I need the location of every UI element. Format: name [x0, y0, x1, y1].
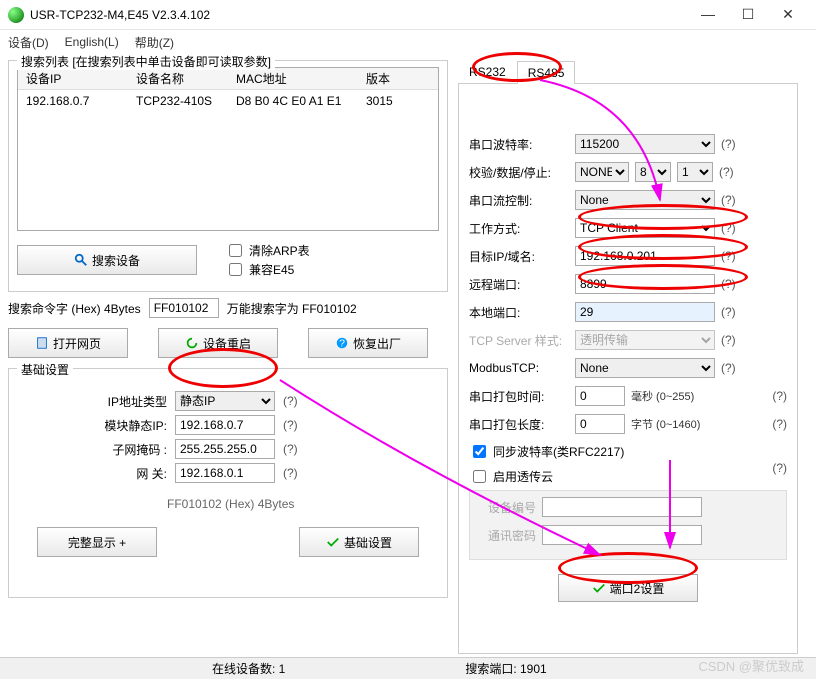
full-display-button[interactable]: 完整显示 + [37, 527, 157, 557]
help-icon[interactable]: (?) [283, 394, 298, 408]
sync-baud-checkbox[interactable]: 同步波特率(类RFC2217) [469, 442, 787, 461]
col-ver: 版本 [358, 70, 418, 87]
maximize-button[interactable]: ☐ [728, 6, 768, 23]
packtime-input[interactable] [575, 386, 625, 406]
window-controls: — ☐ ✕ [688, 6, 808, 23]
search-cmd-input[interactable] [149, 298, 219, 318]
check-icon [326, 535, 340, 549]
gateway-input[interactable] [175, 463, 275, 483]
mode-select[interactable]: TCP Client [575, 218, 715, 238]
databits-select[interactable]: 8 [635, 162, 671, 182]
col-ip: 设备IP [18, 70, 128, 87]
search-cmd-label: 搜索命令字 (Hex) 4Bytes [8, 300, 141, 317]
baud-select[interactable]: 115200 [575, 134, 715, 154]
factory-button[interactable]: ? 恢复出厂 [308, 328, 428, 358]
tab-rs232[interactable]: RS232 [458, 60, 517, 83]
basic-set-button[interactable]: 基础设置 [299, 527, 419, 557]
tab-rs485[interactable]: RS485 [517, 61, 576, 84]
menu-help[interactable]: 帮助(Z) [135, 34, 174, 51]
page-icon [35, 336, 49, 350]
restart-button[interactable]: 设备重启 [158, 328, 278, 358]
port2-set-button[interactable]: 端口2设置 [558, 574, 698, 602]
basic-title: 基础设置 [17, 361, 73, 378]
stopbits-select[interactable]: 1 [677, 162, 713, 182]
compat-e45-checkbox[interactable]: 兼容E45 [225, 260, 310, 279]
mask-input[interactable] [175, 439, 275, 459]
search-port: 搜索端口: 1901 [465, 660, 546, 677]
target-ip-input[interactable] [575, 246, 715, 266]
flow-select[interactable]: None [575, 190, 715, 210]
refresh-icon [185, 336, 199, 350]
remote-port-input[interactable] [575, 274, 715, 294]
device-id-input [542, 497, 702, 517]
enable-cloud-checkbox[interactable]: 启用透传云 [469, 467, 772, 486]
check-icon [592, 581, 606, 595]
title-bar: USR-TCP232-M4,E45 V2.3.4.102 — ☐ ✕ [0, 0, 816, 30]
window-title: USR-TCP232-M4,E45 V2.3.4.102 [30, 8, 210, 22]
search-button[interactable]: 搜索设备 [17, 245, 197, 275]
table-row[interactable]: 192.168.0.7 TCP232-410S D8 B0 4C E0 A1 E… [18, 90, 438, 112]
status-bar: 在线设备数: 1 搜索端口: 1901 [0, 657, 816, 679]
hex-note: FF010102 (Hex) 4Bytes [167, 497, 439, 511]
basic-settings-group: 基础设置 IP地址类型 静态IP (?) 模块静态IP: (?) 子网掩码 : … [8, 368, 448, 598]
menu-device[interactable]: 设备(D) [8, 34, 49, 51]
minimize-button[interactable]: — [688, 6, 728, 23]
device-table: 设备IP 设备名称 MAC地址 版本 192.168.0.7 TCP232-41… [17, 67, 439, 231]
search-list-title: 搜索列表 [在搜索列表中单击设备即可读取参数] [17, 53, 275, 70]
search-icon [74, 253, 88, 267]
clear-arp-checkbox[interactable]: 清除ARP表 [225, 241, 310, 260]
close-button[interactable]: ✕ [768, 6, 808, 23]
ip-type-select[interactable]: 静态IP [175, 391, 275, 411]
local-port-input[interactable] [575, 302, 715, 322]
online-count: 在线设备数: 1 [212, 660, 285, 677]
packlen-input[interactable] [575, 414, 625, 434]
static-ip-input[interactable] [175, 415, 275, 435]
menu-english[interactable]: English(L) [65, 35, 119, 49]
col-name: 设备名称 [128, 70, 228, 87]
search-list-group: 搜索列表 [在搜索列表中单击设备即可读取参数] 设备IP 设备名称 MAC地址 … [8, 60, 448, 292]
serial-tabs: RS232 RS485 [458, 60, 798, 84]
col-mac: MAC地址 [228, 70, 358, 87]
menu-bar: 设备(D) English(L) 帮助(Z) [0, 30, 816, 54]
comm-pwd-input [542, 525, 702, 545]
help-icon: ? [335, 336, 349, 350]
parity-select[interactable]: NONE [575, 162, 629, 182]
modbus-select[interactable]: None [575, 358, 715, 378]
search-cmd-note: 万能搜索字为 FF010102 [227, 300, 357, 317]
tcpserver-select: 透明传输 [575, 330, 715, 350]
open-web-button[interactable]: 打开网页 [8, 328, 128, 358]
svg-text:?: ? [339, 338, 345, 350]
app-icon [8, 7, 24, 23]
